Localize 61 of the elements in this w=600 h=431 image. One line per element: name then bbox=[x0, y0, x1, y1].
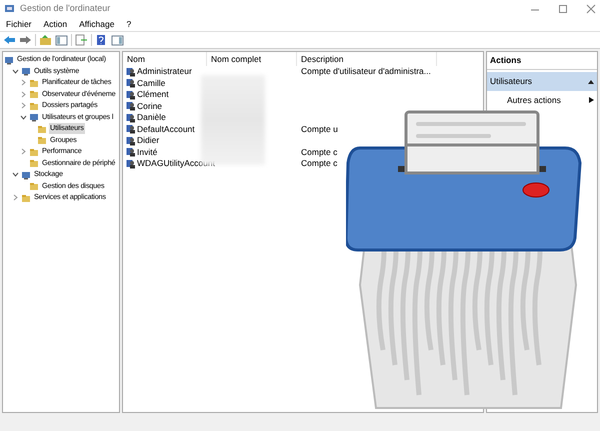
user-description: Compte u bbox=[301, 124, 338, 134]
console-tree-icon[interactable] bbox=[55, 34, 68, 46]
user-name[interactable]: WDAGUtilityAccount bbox=[137, 157, 215, 170]
user-icon bbox=[126, 66, 136, 77]
folder-icon bbox=[29, 158, 39, 168]
user-icon bbox=[126, 78, 136, 88]
actions-section[interactable]: Utilisateurs bbox=[487, 72, 597, 90]
folder-icon bbox=[29, 89, 39, 100]
user-description: Compte c bbox=[301, 146, 338, 157]
action-item[interactable]: Autres actions bbox=[487, 90, 597, 110]
back-arrow-icon[interactable] bbox=[3, 34, 16, 46]
user-description: Compte c bbox=[301, 158, 338, 168]
user-name[interactable]: Clément bbox=[137, 88, 169, 102]
app-icon bbox=[4, 3, 15, 14]
menu-item[interactable]: Action bbox=[44, 18, 68, 30]
user-icon bbox=[126, 124, 136, 134]
maximize-icon[interactable] bbox=[558, 4, 568, 14]
column-header[interactable]: Nom bbox=[123, 52, 207, 66]
help-icon[interactable] bbox=[95, 34, 108, 46]
chevron-icon[interactable] bbox=[12, 68, 19, 75]
folder-icon bbox=[29, 100, 39, 111]
folder-icon bbox=[37, 124, 47, 134]
user-name[interactable]: Didier bbox=[137, 134, 160, 148]
action-pane-icon[interactable] bbox=[111, 34, 124, 46]
actions-header: Actions bbox=[487, 52, 597, 70]
window-title: Gestion de l'ordinateur bbox=[20, 2, 110, 15]
user-description: Compte d'utilisateur d'administra... bbox=[301, 66, 431, 76]
folder-icon bbox=[21, 192, 31, 203]
node-icon bbox=[29, 112, 39, 122]
user-icon bbox=[126, 147, 136, 158]
user-name[interactable]: Invité bbox=[137, 146, 158, 159]
menu-item[interactable]: Affichage bbox=[79, 18, 114, 30]
forward-arrow-icon[interactable] bbox=[19, 34, 32, 46]
close-icon[interactable] bbox=[586, 4, 596, 14]
folder-icon bbox=[29, 146, 39, 157]
export-icon[interactable] bbox=[75, 34, 88, 46]
column-header[interactable]: Nom complet bbox=[207, 52, 297, 66]
user-icon bbox=[126, 101, 136, 112]
user-name[interactable]: Corine bbox=[137, 100, 162, 113]
chevron-icon[interactable] bbox=[12, 171, 19, 178]
folder-icon bbox=[29, 181, 39, 192]
user-name[interactable]: Camille bbox=[137, 76, 166, 90]
user-name[interactable]: DefaultAccount bbox=[137, 122, 195, 136]
user-icon bbox=[126, 136, 136, 146]
folder-icon bbox=[29, 78, 39, 88]
column-header[interactable]: Description bbox=[297, 52, 437, 66]
user-name[interactable]: Administrateur bbox=[137, 65, 192, 78]
user-icon bbox=[126, 112, 136, 123]
node-icon bbox=[21, 170, 31, 180]
folder-up-icon[interactable] bbox=[39, 34, 52, 46]
user-icon bbox=[126, 158, 136, 169]
node-icon bbox=[21, 66, 31, 76]
menu-item[interactable]: Fichier bbox=[6, 18, 32, 30]
folder-icon bbox=[37, 135, 47, 146]
submenu-arrow-icon bbox=[589, 96, 594, 103]
collapse-icon bbox=[588, 78, 594, 84]
chevron-icon[interactable] bbox=[20, 114, 27, 121]
user-icon bbox=[126, 90, 136, 100]
menu-item[interactable]: ? bbox=[126, 18, 132, 30]
node-icon bbox=[4, 54, 14, 65]
user-name[interactable]: Danièle bbox=[137, 111, 166, 124]
